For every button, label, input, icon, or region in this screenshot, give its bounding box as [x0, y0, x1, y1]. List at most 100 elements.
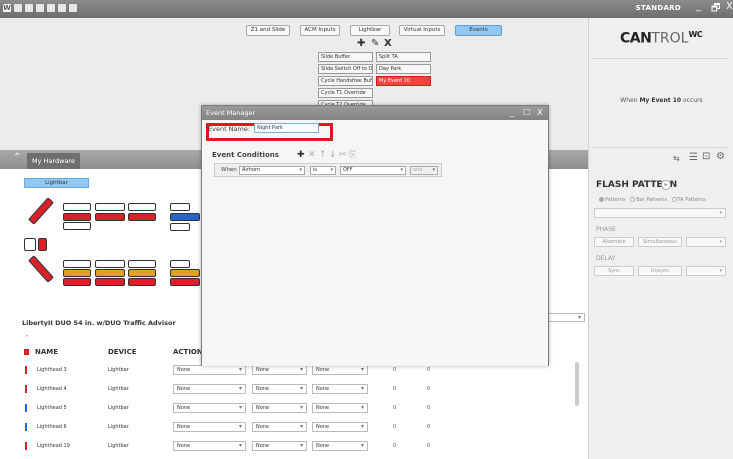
- action-select[interactable]: None: [312, 422, 368, 432]
- action-select[interactable]: None: [173, 384, 246, 394]
- move-up-icon[interactable]: ↑: [319, 150, 327, 160]
- delay-sync-button[interactable]: Sync: [594, 266, 634, 276]
- event-button-selected[interactable]: My Event 10: [376, 76, 431, 86]
- column-header-name[interactable]: NAME: [35, 348, 58, 356]
- tab-acm-inputs[interactable]: ACM Inputs: [300, 25, 340, 36]
- lighthead[interactable]: [63, 260, 91, 268]
- column-header-action[interactable]: ACTION: [173, 348, 203, 356]
- lighthead[interactable]: [170, 223, 190, 231]
- lighthead[interactable]: [95, 203, 125, 211]
- action-select[interactable]: None: [312, 403, 368, 413]
- action-select[interactable]: None: [252, 441, 307, 451]
- column-header-device[interactable]: DEVICE: [108, 348, 137, 356]
- dialog-title[interactable]: Event Manager: [202, 106, 548, 120]
- lighthead[interactable]: [170, 213, 200, 221]
- lighthead[interactable]: [128, 260, 156, 268]
- lighthead[interactable]: [170, 269, 200, 277]
- radio-ta-patterns[interactable]: [671, 197, 677, 202]
- lighthead[interactable]: [170, 278, 200, 286]
- dialog-minimize-button[interactable]: _: [510, 107, 514, 119]
- event-button[interactable]: Day Park: [376, 64, 431, 74]
- table-row[interactable]: Lighthead 19 Lightbar None None None 0 0: [0, 438, 588, 456]
- save-icon[interactable]: [36, 4, 44, 12]
- radio-patterns[interactable]: [599, 197, 604, 202]
- collapse-icon[interactable]: ⌃: [13, 152, 21, 163]
- upload-icon[interactable]: [58, 4, 66, 12]
- open-folder-icon[interactable]: [25, 4, 33, 12]
- condition-operator-select[interactable]: is: [310, 166, 336, 175]
- cut-icon[interactable]: ✂: [339, 150, 347, 160]
- list-icon[interactable]: ☰: [689, 152, 698, 163]
- delay-unsync-button[interactable]: Unsync: [638, 266, 682, 276]
- sort-icon[interactable]: ⌃: [24, 334, 30, 342]
- action-select[interactable]: None: [252, 403, 307, 413]
- help-icon[interactable]: ▸: [661, 180, 671, 190]
- condition-state-select[interactable]: OFF: [340, 166, 406, 175]
- lighthead[interactable]: [95, 213, 125, 221]
- lighthead[interactable]: [63, 213, 91, 221]
- add-event-icon[interactable]: ✚: [357, 38, 365, 49]
- filter-dropdown[interactable]: ▾: [543, 313, 585, 322]
- action-select[interactable]: None: [173, 365, 246, 375]
- move-down-icon[interactable]: ↓: [329, 150, 337, 160]
- lighthead[interactable]: [128, 213, 156, 221]
- phase-select[interactable]: ▾: [686, 237, 726, 247]
- lighthead[interactable]: [24, 238, 36, 251]
- edit-event-icon[interactable]: ✎: [371, 38, 379, 49]
- new-file-icon[interactable]: [14, 4, 22, 12]
- lighthead[interactable]: [128, 269, 156, 277]
- close-button[interactable]: X: [726, 1, 733, 12]
- event-button[interactable]: Split TA: [376, 52, 431, 62]
- condition-input-select[interactable]: Airhorn: [239, 166, 305, 175]
- dialog-maximize-button[interactable]: ☐: [523, 107, 530, 119]
- zoom-icon[interactable]: ⊡: [702, 151, 710, 162]
- tab-z1-and-slide[interactable]: Z1 and Slide: [246, 25, 290, 36]
- action-select[interactable]: None: [252, 384, 307, 394]
- action-select[interactable]: None: [173, 422, 246, 432]
- minimize-button[interactable]: _: [696, 1, 701, 12]
- table-row[interactable]: Lighthead 6 Lightbar None None None 0 0: [0, 419, 588, 437]
- action-select[interactable]: None: [312, 365, 368, 375]
- lighthead[interactable]: [95, 269, 125, 277]
- delay-select[interactable]: ▾: [686, 266, 726, 276]
- action-select[interactable]: None: [312, 384, 368, 394]
- event-button[interactable]: Cycle T1 Override: [318, 88, 373, 98]
- lighthead[interactable]: [128, 278, 156, 286]
- action-select[interactable]: None: [252, 365, 307, 375]
- lighthead[interactable]: [63, 269, 91, 277]
- tab-my-hardware[interactable]: My Hardware: [27, 153, 80, 169]
- lighthead[interactable]: [38, 238, 47, 251]
- scrollbar[interactable]: [575, 362, 579, 406]
- phase-alternate-button[interactable]: Alternate: [594, 237, 634, 247]
- event-name-input[interactable]: [254, 123, 319, 133]
- lighthead[interactable]: [95, 278, 125, 286]
- event-button[interactable]: Slide Buffer: [318, 52, 373, 62]
- action-select[interactable]: None: [252, 422, 307, 432]
- mode-label[interactable]: STANDARD: [636, 4, 681, 12]
- condition-join-select[interactable]: and: [410, 166, 438, 175]
- table-row[interactable]: Lighthead 5 Lightbar None None None 0 0: [0, 400, 588, 418]
- add-condition-icon[interactable]: ✚: [297, 150, 305, 160]
- phase-simultaneous-button[interactable]: Simultaneous: [638, 237, 682, 247]
- event-button[interactable]: Slide Switch Off to On: [318, 64, 373, 74]
- print-icon[interactable]: [47, 4, 55, 12]
- tab-lightbar[interactable]: Lightbar: [350, 25, 390, 36]
- table-row[interactable]: Lighthead 4 Lightbar None None None 0 0: [0, 381, 588, 399]
- download-icon[interactable]: [69, 4, 77, 12]
- lighthead[interactable]: [63, 222, 91, 230]
- action-select[interactable]: None: [173, 441, 246, 451]
- tab-events[interactable]: Events: [455, 25, 502, 36]
- lighthead[interactable]: [170, 260, 190, 268]
- lightbar-button[interactable]: Lightbar: [24, 178, 89, 188]
- lighthead[interactable]: [63, 278, 91, 286]
- restore-button[interactable]: 🗗: [711, 1, 720, 18]
- action-select[interactable]: None: [173, 403, 246, 413]
- remove-condition-icon[interactable]: ✕: [308, 150, 316, 160]
- lighthead[interactable]: [170, 203, 190, 211]
- dialog-close-button[interactable]: X: [537, 107, 542, 119]
- tab-virtual-inputs[interactable]: Virtual Inputs: [399, 25, 445, 36]
- action-select[interactable]: None: [312, 441, 368, 451]
- event-button[interactable]: Cycle Handsfree Buff...: [318, 76, 373, 86]
- lighthead[interactable]: [128, 203, 156, 211]
- delete-event-icon[interactable]: X: [384, 38, 392, 49]
